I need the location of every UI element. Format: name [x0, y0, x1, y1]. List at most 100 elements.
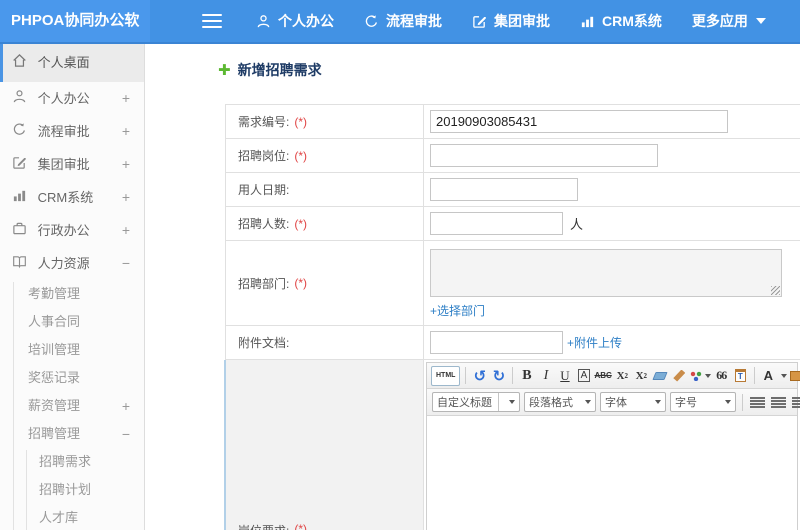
color-palette-icon[interactable]	[689, 366, 711, 386]
expand-toggle[interactable]: +	[122, 148, 130, 181]
hamburger-menu-icon[interactable]	[202, 14, 222, 28]
field-label: 招聘人数: (*)	[238, 216, 308, 232]
sidebar-item-training[interactable]: 培训管理	[0, 336, 144, 364]
page-title-text: 新增招聘需求	[237, 62, 322, 78]
form-row-department: 招聘部门: (*) +选择部门	[226, 241, 800, 326]
app-window: PHPOA协同办公软件 个人办公 流程审批	[0, 0, 800, 530]
sidebar-item-hr-contract[interactable]: 人事合同	[0, 308, 144, 336]
align-right-icon[interactable]	[792, 396, 800, 408]
position-input[interactable]	[430, 144, 658, 167]
department-textarea[interactable]	[430, 249, 782, 297]
field-value: 人	[423, 207, 800, 240]
editor-content-area[interactable]	[427, 416, 797, 530]
caret-down-icon	[755, 18, 766, 24]
font-family-dropdown[interactable]: 字体	[600, 392, 666, 412]
field-value	[423, 173, 800, 206]
align-left-icon[interactable]	[750, 396, 765, 408]
underline-button[interactable]: U	[556, 366, 573, 386]
sidebar-item-crm[interactable]: CRM系统 +	[0, 181, 144, 214]
subscript-button[interactable]: X2	[633, 366, 650, 386]
bar-chart-icon	[581, 16, 594, 27]
caret-down-icon	[725, 400, 731, 404]
custom-title-dropdown[interactable]: 自定义标题	[432, 392, 520, 412]
headcount-input[interactable]	[430, 212, 563, 235]
green-plus-icon: ✚	[218, 62, 231, 79]
sidebar-item-recruitment[interactable]: 招聘管理 −	[0, 420, 144, 448]
align-center-icon[interactable]	[771, 396, 786, 408]
font-color-button[interactable]: A	[760, 366, 777, 386]
expand-toggle[interactable]: +	[122, 181, 130, 214]
toolbar-separator	[512, 367, 514, 384]
edit-square-icon	[12, 149, 34, 182]
page-title: ✚ 新增招聘需求	[218, 60, 800, 80]
form-row-job-requirement: 岗位要求: (*) HTML ↺ ↻ B I U	[224, 360, 800, 530]
field-value	[423, 105, 800, 138]
expand-toggle[interactable]: +	[122, 214, 130, 247]
caret-down-icon[interactable]	[780, 373, 787, 378]
collapse-toggle[interactable]: −	[122, 420, 130, 448]
nav-personal-office[interactable]: 个人办公	[256, 11, 334, 31]
app-logo: PHPOA协同办公软件	[0, 0, 150, 71]
sidebar-item-salary[interactable]: 薪资管理 +	[0, 392, 144, 420]
field-label: 招聘部门: (*)	[238, 276, 308, 291]
refresh-clock-icon	[12, 116, 34, 149]
sidebar-item-recruit-plan[interactable]: 招聘计划	[0, 476, 144, 504]
required-marker: (*)	[294, 148, 308, 163]
hire-date-input[interactable]	[430, 178, 578, 201]
field-value: HTML ↺ ↻ B I U A ABC X2 X2 66 T A 自定义标题 …	[423, 360, 800, 530]
html-source-button[interactable]: HTML	[431, 365, 461, 386]
home-icon	[12, 45, 34, 83]
select-department-link[interactable]: +选择部门	[430, 302, 485, 319]
nav-more-apps[interactable]: 更多应用	[692, 11, 766, 31]
sidebar-item-rewards[interactable]: 奖惩记录	[0, 364, 144, 392]
redo-icon[interactable]: ↻	[490, 366, 507, 386]
sidebar-item-group-approval[interactable]: 集团审批 +	[0, 148, 144, 181]
italic-button[interactable]: I	[537, 366, 554, 386]
user-icon	[12, 83, 34, 116]
nav-workflow-approval[interactable]: 流程审批	[364, 11, 442, 31]
edit-square-icon	[473, 15, 486, 28]
blockquote-button[interactable]: 66	[713, 366, 730, 386]
request-number-input[interactable]	[430, 110, 728, 133]
sidebar-item-talent-pool[interactable]: 人才库	[0, 504, 144, 530]
caret-down-icon	[509, 400, 515, 404]
field-label: 附件文档:	[238, 336, 290, 350]
eraser-icon[interactable]	[652, 366, 669, 386]
expand-toggle[interactable]: +	[122, 115, 130, 148]
field-value: +选择部门	[423, 241, 800, 325]
caret-down-icon	[655, 400, 661, 404]
font-style-button[interactable]: A	[577, 369, 591, 382]
attachment-upload-link[interactable]: +附件上传	[567, 334, 622, 351]
user-icon	[257, 14, 270, 27]
undo-icon[interactable]: ↺	[471, 366, 488, 386]
collapse-toggle[interactable]: −	[122, 247, 130, 280]
top-header: PHPOA协同办公软件 个人办公 流程审批	[0, 0, 800, 71]
paste-icon[interactable]: T	[732, 366, 749, 386]
bold-button[interactable]: B	[518, 366, 535, 386]
sidebar-item-workflow-approval[interactable]: 流程审批 +	[0, 115, 144, 148]
superscript-button[interactable]: X2	[614, 366, 631, 386]
sidebar-item-personal-office[interactable]: 个人办公 +	[0, 82, 144, 115]
sidebar-item-attendance[interactable]: 考勤管理	[0, 280, 144, 308]
required-marker: (*)	[294, 114, 308, 129]
image-icon[interactable]	[788, 366, 800, 386]
attachment-input[interactable]	[430, 331, 563, 354]
sidebar-item-hr[interactable]: 人力资源 −	[0, 247, 144, 280]
refresh-clock-icon	[365, 14, 378, 27]
toolbar-separator	[742, 393, 743, 411]
expand-toggle[interactable]: +	[122, 392, 130, 420]
editor-toolbar-row2: 自定义标题 段落格式 字体 字号	[427, 389, 800, 416]
nav-group-approval[interactable]: 集团审批	[472, 11, 550, 31]
form-row-position: 招聘岗位: (*)	[226, 139, 800, 173]
sidebar-item-administration[interactable]: 行政办公 +	[0, 214, 144, 247]
sidebar-item-personal-desktop[interactable]: 个人桌面	[0, 44, 144, 82]
paragraph-format-dropdown[interactable]: 段落格式	[524, 392, 596, 412]
expand-toggle[interactable]: +	[122, 82, 130, 115]
sidebar-item-recruit-request[interactable]: 招聘需求	[0, 448, 144, 476]
format-brush-icon[interactable]	[671, 366, 688, 386]
font-size-dropdown[interactable]: 字号	[670, 392, 736, 412]
recruitment-submenu: 招聘需求 招聘计划 人才库	[0, 448, 144, 530]
field-value: +附件上传	[423, 326, 800, 359]
nav-crm-system[interactable]: CRM系统	[580, 11, 662, 31]
strikethrough-button[interactable]: ABC	[594, 366, 611, 386]
